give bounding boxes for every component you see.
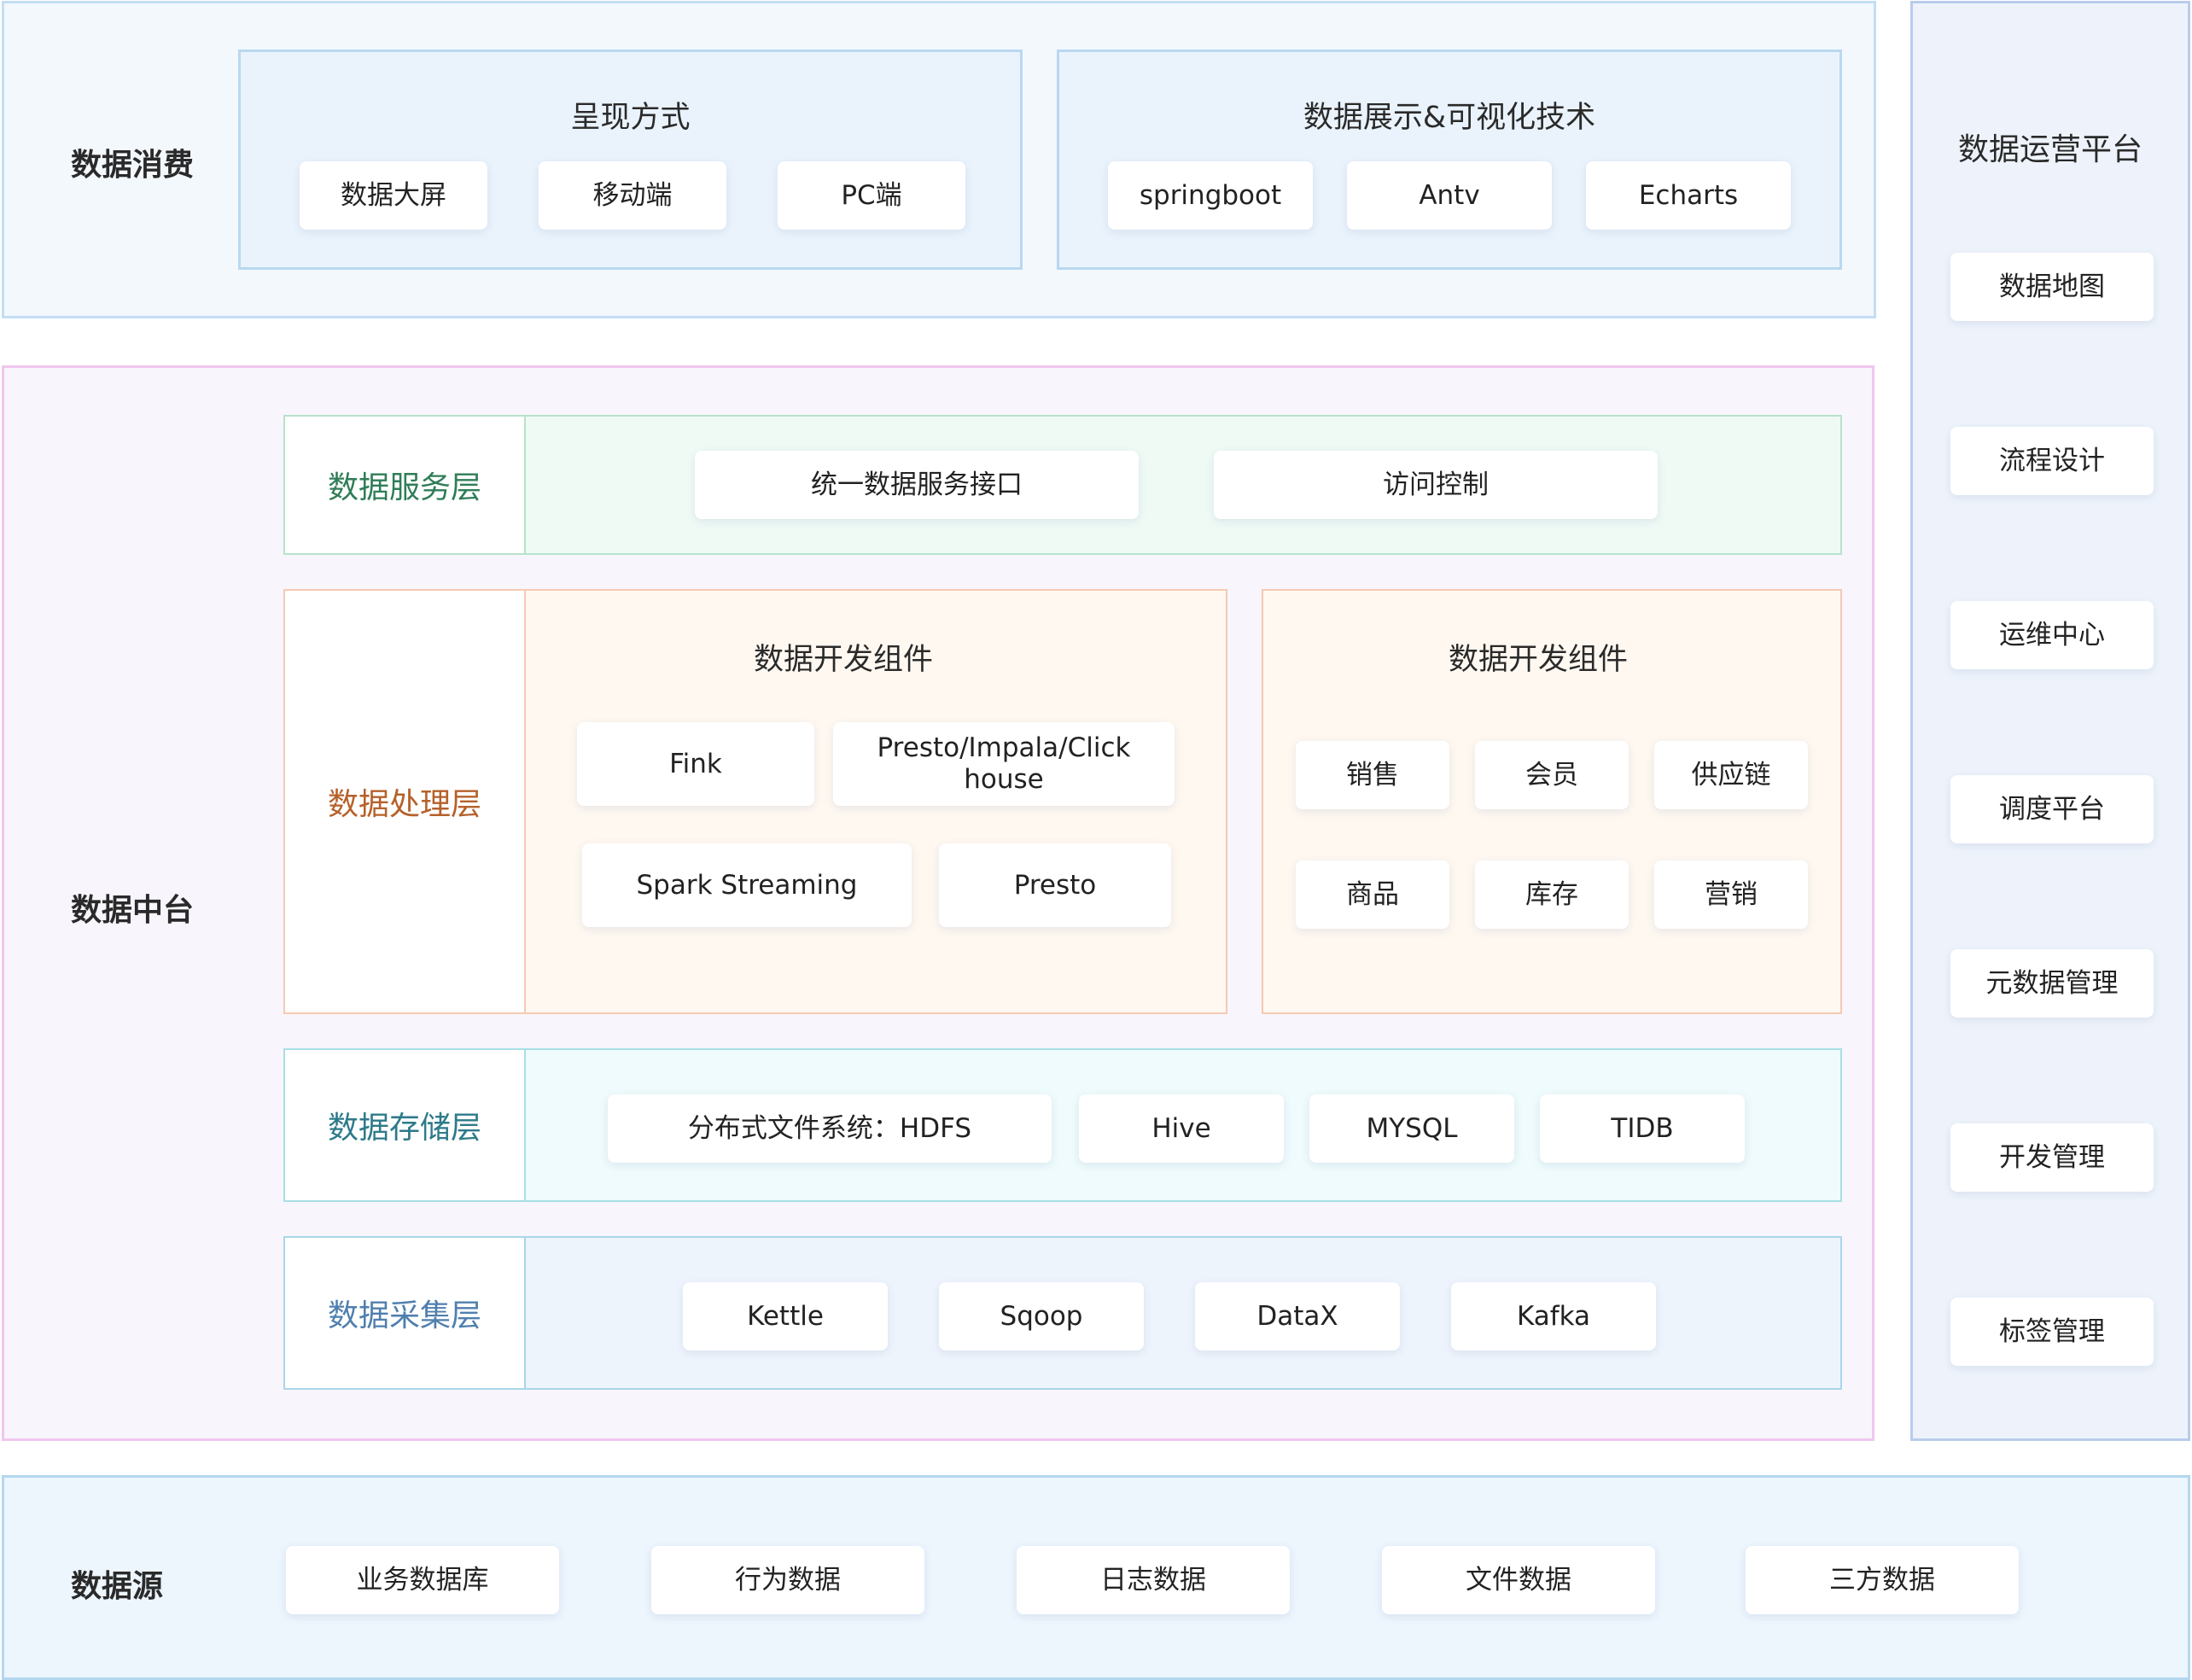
chip-unified-service-api: 统一数据服务接口 [695,451,1139,519]
chip-datax: DataX [1195,1282,1400,1350]
chip-product: 商品 [1296,860,1449,929]
dev-components-title: 数据开发组件 [753,643,933,677]
chip-metadata: 元数据管理 [1950,949,2154,1018]
presentation-title: 呈现方式 [570,101,691,135]
chip-member: 会员 [1475,741,1629,809]
visualization-box: 数据展示&可视化技术 springboot Antv Echarts [1057,50,1842,270]
chip-presto: Presto [939,843,1171,927]
chip-presto-impala-clickhouse: Presto/Impala/Click house [833,722,1175,806]
service-layer: 数据服务层 统一数据服务接口 访问控制 [283,415,1842,555]
storage-layer: 数据存储层 分布式文件系统：HDFS Hive MYSQL TIDB [283,1048,1842,1202]
processing-layer-label: 数据处理层 [283,589,526,1014]
ops-platform-section: 数据运营平台 数据地图 流程设计 运维中心 调度平台 元数据管理 开发管理 标签… [1910,1,2190,1441]
domain-components-title: 数据开发组件 [1448,643,1628,677]
chip-ops-center: 运维中心 [1950,601,2154,669]
consumption-title: 数据消费 [71,148,195,183]
presentation-box: 呈现方式 数据大屏 移动端 PC端 [238,50,1023,270]
chip-mysql: MYSQL [1309,1094,1514,1163]
chip-big-screen: 数据大屏 [300,161,487,230]
data-source-section: 数据源 业务数据库 行为数据 日志数据 文件数据 三方数据 [2,1475,2190,1680]
chip-data-map: 数据地图 [1950,253,2154,321]
chip-spark-streaming: Spark Streaming [582,843,912,927]
chip-tidb: TIDB [1540,1094,1745,1163]
chip-hive: Hive [1079,1094,1284,1163]
chip-inventory: 库存 [1475,860,1629,929]
chip-business-db: 业务数据库 [286,1546,559,1614]
dev-components-box: 数据开发组件 Fink Presto/Impala/Click house Sp… [524,589,1227,1014]
chip-sales: 销售 [1296,741,1449,809]
chip-tag-management: 标签管理 [1950,1298,2154,1366]
data-source-title: 数据源 [71,1569,164,1604]
chip-pc: PC端 [778,161,965,230]
chip-kafka: Kafka [1451,1282,1656,1350]
chip-antv: Antv [1347,161,1552,230]
chip-process-design: 流程设计 [1950,427,2154,495]
chip-access-control: 访问控制 [1214,451,1658,519]
collection-layer: 数据采集层 Kettle Sqoop DataX Kafka [283,1236,1842,1390]
chip-kettle: Kettle [683,1282,888,1350]
chip-hdfs: 分布式文件系统：HDFS [608,1094,1052,1163]
chip-springboot: springboot [1108,161,1313,230]
processing-layer-label-text: 数据处理层 [327,787,481,822]
chip-log-data: 日志数据 [1017,1546,1290,1614]
domain-components-box: 数据开发组件 销售 会员 供应链 商品 库存 营销 [1262,589,1842,1014]
collection-layer-label: 数据采集层 [285,1238,526,1388]
chip-scheduling: 调度平台 [1950,775,2154,843]
chip-echarts: Echarts [1586,161,1791,230]
chip-sqoop: Sqoop [939,1282,1144,1350]
chip-behavior-data: 行为数据 [651,1546,924,1614]
chip-mobile: 移动端 [539,161,726,230]
middle-platform-title: 数据中台 [71,893,195,928]
visualization-title: 数据展示&可视化技术 [1303,101,1596,135]
chip-fink: Fink [577,722,814,806]
chip-file-data: 文件数据 [1382,1546,1655,1614]
chip-third-party-data: 三方数据 [1746,1546,2019,1614]
chip-marketing: 营销 [1654,860,1808,929]
storage-layer-label: 数据存储层 [285,1050,526,1200]
chip-dev-management: 开发管理 [1950,1123,2154,1192]
chip-supply-chain: 供应链 [1654,741,1808,809]
service-layer-label: 数据服务层 [285,417,526,553]
ops-platform-title: 数据运营平台 [1957,132,2142,167]
